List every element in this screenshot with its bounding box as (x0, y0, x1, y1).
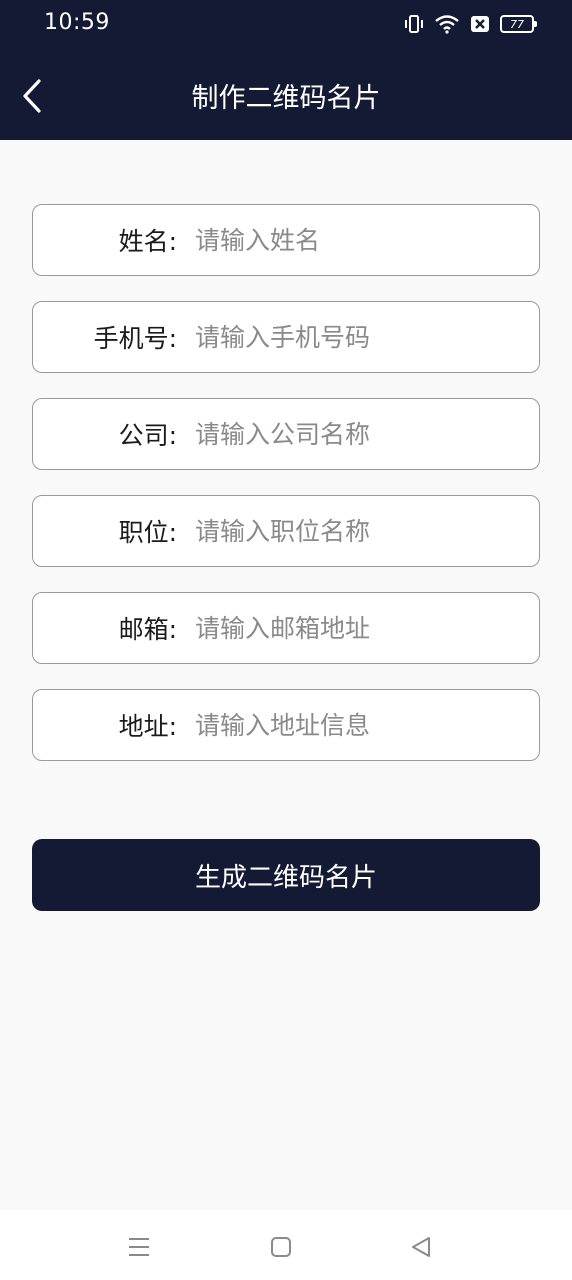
email-input[interactable] (177, 593, 539, 663)
battery-level: 77 (510, 17, 524, 31)
name-input[interactable] (177, 205, 539, 275)
wifi-icon (434, 14, 460, 34)
field-label: 地址: (118, 712, 177, 741)
phone-field[interactable]: 手机号: (32, 301, 540, 373)
vibrate-icon (404, 15, 424, 33)
header: 10:59 77 制作二维码名片 (0, 0, 572, 140)
address-field[interactable]: 地址: (32, 689, 540, 761)
email-field[interactable]: 邮箱: (32, 592, 540, 664)
home-button[interactable] (264, 1230, 298, 1264)
position-field[interactable]: 职位: (32, 495, 540, 567)
position-input[interactable] (177, 496, 539, 566)
home-square-icon (271, 1237, 291, 1257)
status-icons: 77 (404, 14, 537, 34)
field-label: 手机号: (93, 324, 177, 353)
field-label: 邮箱: (118, 615, 177, 644)
field-label: 姓名: (118, 227, 177, 256)
company-input[interactable] (177, 399, 539, 469)
menu-icon (129, 1238, 149, 1256)
system-back-button[interactable] (404, 1230, 438, 1264)
system-nav-bar (0, 1210, 572, 1280)
company-field[interactable]: 公司: (32, 398, 540, 470)
recent-apps-button[interactable] (122, 1230, 156, 1264)
app-bar: 制作二维码名片 (0, 52, 572, 140)
field-label: 公司: (118, 421, 177, 450)
triangle-back-icon (412, 1237, 430, 1257)
battery-icon: 77 (500, 15, 537, 33)
business-card-form: 姓名: 手机号: 公司: 职位: 邮箱: 地址: (32, 204, 540, 786)
status-time: 10:59 (44, 10, 110, 35)
address-input[interactable] (177, 690, 539, 760)
no-sim-icon (470, 15, 490, 33)
phone-input[interactable] (177, 302, 539, 372)
generate-qr-card-button[interactable]: 生成二维码名片 (32, 839, 540, 911)
status-bar: 10:59 77 (0, 0, 572, 52)
name-field[interactable]: 姓名: (32, 204, 540, 276)
page-title: 制作二维码名片 (191, 83, 381, 114)
field-label: 职位: (118, 518, 177, 547)
app-screen: 10:59 77 制作二维码名片 姓名: 请输入姓名 手机号: 请输入手机号码 … (0, 0, 572, 1280)
